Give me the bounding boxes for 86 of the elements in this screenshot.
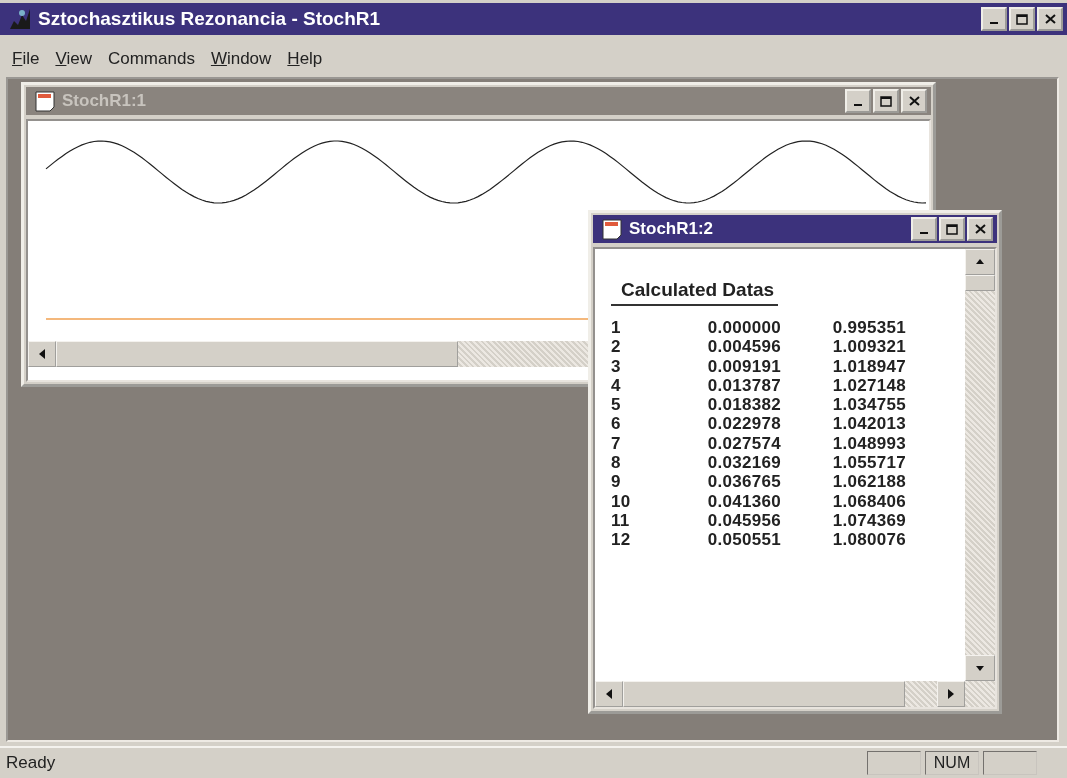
maximize-button[interactable] xyxy=(873,89,899,113)
scroll-left-button[interactable] xyxy=(28,341,56,367)
up-arrow-icon xyxy=(976,257,984,267)
table-cell-text: 1.068406 xyxy=(831,491,906,512)
table-cell-text: 1.074369 xyxy=(831,510,906,531)
minimize-icon xyxy=(920,232,928,234)
menu-item[interactable]: View xyxy=(49,47,98,71)
table-cell-text: 4 xyxy=(611,375,622,396)
close-button[interactable] xyxy=(967,217,993,241)
menu-item[interactable]: Help xyxy=(281,47,329,71)
table-cell-text: 1.062188 xyxy=(831,472,906,493)
child-window-title: StochR1:1 xyxy=(62,91,148,111)
child-window-title: StochR1:2 xyxy=(629,219,715,239)
table-cell-text: 0.045956 xyxy=(706,510,781,531)
table-cell-text: 3 xyxy=(611,356,622,377)
table-cell-text: 2 xyxy=(611,337,622,358)
menu-item[interactable]: File xyxy=(6,47,46,71)
status-text: Ready xyxy=(6,753,57,773)
table-cell-text: 10 xyxy=(611,491,632,512)
scroll-left-button[interactable] xyxy=(595,681,623,707)
table-cell-text: 1.027148 xyxy=(831,375,906,396)
window-title: Sztochasztikus Rezonancia - StochR1 xyxy=(38,8,382,30)
table-cell-text: 0.050551 xyxy=(706,530,781,551)
table-cell-text: 0.032169 xyxy=(706,453,781,474)
menu-item[interactable]: Commands xyxy=(101,47,201,71)
table-cell-text: 1.080076 xyxy=(831,530,906,551)
scroll-thumb[interactable] xyxy=(56,341,458,367)
horizontal-scrollbar[interactable] xyxy=(595,681,995,707)
scroll-up-button[interactable] xyxy=(965,249,995,275)
maximize-icon xyxy=(880,95,892,107)
scroll-down-button[interactable] xyxy=(965,655,995,681)
table-heading: Calculated Datas xyxy=(611,279,779,306)
horizontal-scrollbar[interactable] xyxy=(28,341,589,367)
document-icon xyxy=(34,90,56,112)
maximize-button[interactable] xyxy=(1009,7,1035,31)
scroll-thumb[interactable] xyxy=(965,275,995,291)
table-cell-text: 0.027574 xyxy=(706,433,781,454)
maximize-icon xyxy=(946,223,958,235)
table-cell-text: 0.036765 xyxy=(706,472,781,493)
left-arrow-icon xyxy=(38,349,46,359)
close-icon xyxy=(1044,14,1056,24)
table-cell-text: 0.009191 xyxy=(706,356,781,377)
right-arrow-icon xyxy=(947,689,955,699)
scroll-right-button[interactable] xyxy=(937,681,965,707)
table-cell-text: 0.000000 xyxy=(706,318,781,338)
minimize-button[interactable] xyxy=(981,7,1007,31)
menu-item[interactable]: Window xyxy=(204,47,278,71)
table-cell-text: 11 xyxy=(611,510,631,531)
maximize-icon xyxy=(1016,13,1028,25)
table-cell-text: 1.042013 xyxy=(831,414,906,435)
table-cell-text: 9 xyxy=(611,472,622,493)
table-cell-text: 1 xyxy=(611,318,622,338)
table-cell-text: 5 xyxy=(611,395,622,416)
maximize-button[interactable] xyxy=(939,217,965,241)
table-cell-text: 0.041360 xyxy=(706,491,781,512)
close-icon xyxy=(908,96,920,106)
minimize-button[interactable] xyxy=(845,89,871,113)
status-panel xyxy=(983,751,1037,775)
minimize-button[interactable] xyxy=(911,217,937,241)
close-button[interactable] xyxy=(1037,7,1063,31)
down-arrow-icon xyxy=(976,663,984,673)
document-icon xyxy=(601,218,623,240)
status-indicator: NUM xyxy=(925,751,979,775)
table-cell-text: 8 xyxy=(611,453,622,474)
table-cell-text: 0.013787 xyxy=(706,375,781,396)
table-cell-text: 1.009321 xyxy=(831,337,906,358)
scroll-thumb[interactable] xyxy=(623,681,905,707)
table-cell-text: 1.048993 xyxy=(831,433,906,454)
status-panel xyxy=(867,751,921,775)
vertical-scrollbar[interactable] xyxy=(965,249,995,681)
left-arrow-icon xyxy=(605,689,613,699)
minimize-icon xyxy=(990,22,998,24)
table-cell-text: 12 xyxy=(611,530,632,551)
app-icon xyxy=(8,7,32,31)
table-cell-text: 0.995351 xyxy=(831,318,906,338)
close-button[interactable] xyxy=(901,89,927,113)
table-cell-text: 0.004596 xyxy=(706,337,781,358)
table-cell-text: 1.018947 xyxy=(831,356,906,377)
table-cell-text: 1.034755 xyxy=(831,395,906,416)
minimize-icon xyxy=(854,104,862,106)
table-cell-text: 6 xyxy=(611,414,622,435)
close-icon xyxy=(974,224,986,234)
table-cell-text: 7 xyxy=(611,433,622,454)
table-cell-text: 0.018382 xyxy=(706,395,781,416)
table-cell-text: 0.022978 xyxy=(706,414,781,435)
table-cell-text: 1.055717 xyxy=(831,453,906,474)
